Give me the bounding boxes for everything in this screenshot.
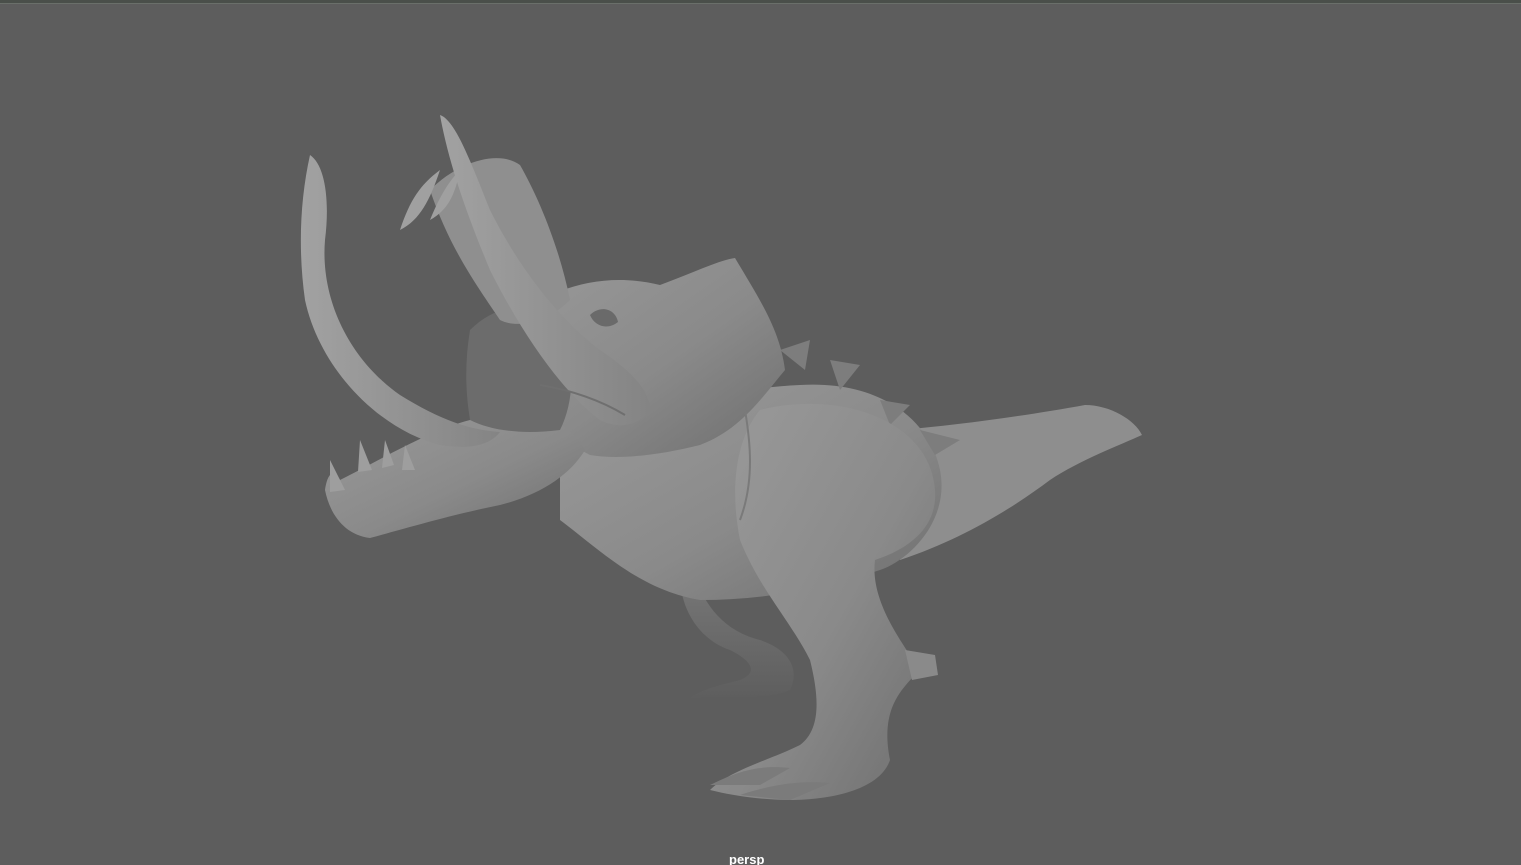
creature-mesh-icon[interactable] [0,0,1521,865]
camera-name-label: persp [729,852,765,865]
perspective-viewport[interactable]: persp [0,0,1521,865]
